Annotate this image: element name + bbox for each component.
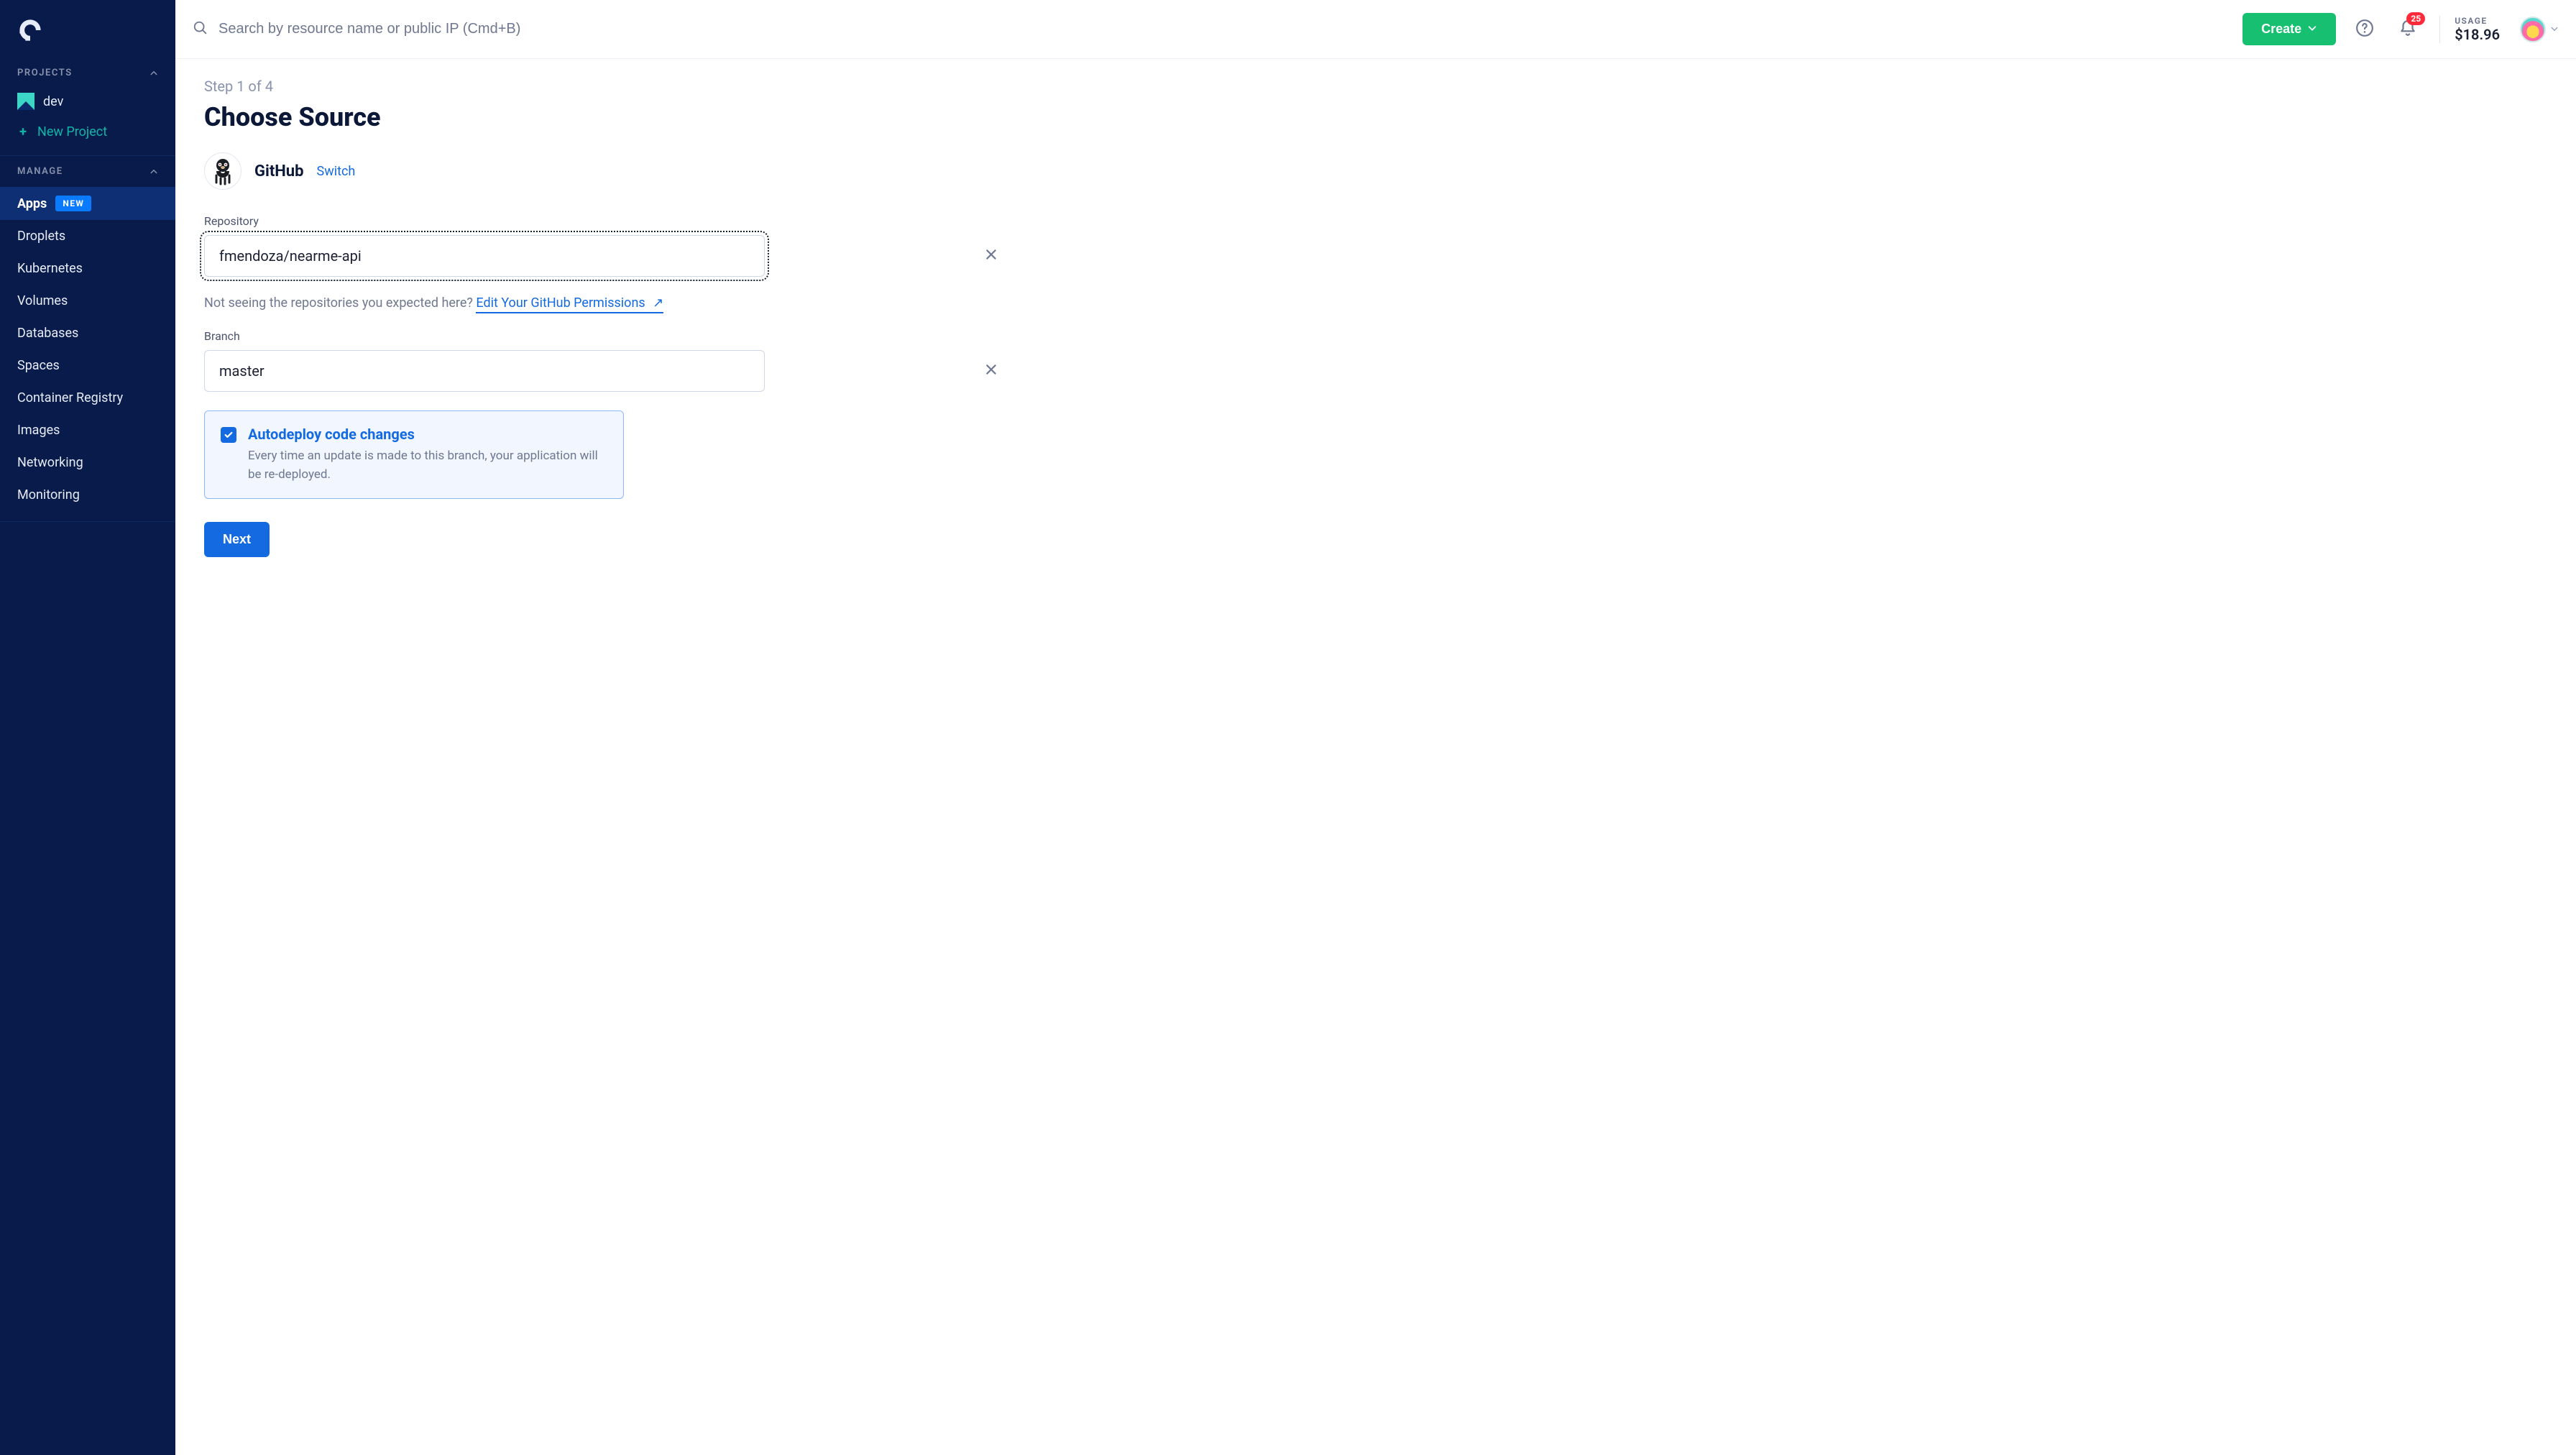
- sidebar-projects-header[interactable]: PROJECTS: [0, 58, 175, 86]
- topbar: Create 25 USAGE $18.96: [175, 0, 2576, 59]
- sidebar-manage-label: MANAGE: [17, 166, 63, 177]
- sidebar: PROJECTS dev + New Project MANAGE Apps N…: [0, 0, 175, 1455]
- badge-new: NEW: [55, 196, 91, 211]
- sidebar-item-networking[interactable]: Networking: [0, 446, 175, 479]
- autodeploy-title: Autodeploy code changes: [248, 426, 607, 443]
- switch-source-link[interactable]: Switch: [317, 164, 356, 179]
- sidebar-item-apps[interactable]: Apps NEW: [0, 187, 175, 220]
- sidebar-item-label: Networking: [17, 455, 83, 470]
- help-button[interactable]: [2350, 15, 2379, 44]
- next-button[interactable]: Next: [204, 522, 270, 557]
- sidebar-item-spaces[interactable]: Spaces: [0, 349, 175, 382]
- sidebar-item-volumes[interactable]: Volumes: [0, 285, 175, 317]
- sidebar-divider: [0, 521, 175, 522]
- edit-permissions-link[interactable]: Edit Your GitHub Permissions ↗: [476, 295, 663, 313]
- usage-display[interactable]: USAGE $18.96: [2439, 16, 2500, 43]
- branch-select[interactable]: master: [204, 350, 765, 392]
- sidebar-item-label: Monitoring: [17, 487, 80, 502]
- sidebar-new-project[interactable]: + New Project: [0, 117, 175, 155]
- repo-help-prefix: Not seeing the repositories you expected…: [204, 295, 476, 311]
- sidebar-item-container-registry[interactable]: Container Registry: [0, 382, 175, 414]
- sidebar-item-kubernetes[interactable]: Kubernetes: [0, 252, 175, 285]
- brand-logo[interactable]: [0, 0, 175, 58]
- sidebar-item-label: Databases: [17, 326, 78, 341]
- sidebar-nav: Apps NEW Droplets Kubernetes Volumes Dat…: [0, 184, 175, 511]
- repository-label: Repository: [204, 214, 1009, 228]
- content: Step 1 of 4 Choose Source: [175, 59, 1038, 600]
- check-icon: [224, 430, 234, 440]
- clear-icon[interactable]: [985, 362, 998, 380]
- create-button-label: Create: [2261, 22, 2301, 37]
- autodeploy-card: Autodeploy code changes Every time an up…: [204, 410, 624, 499]
- sidebar-item-databases[interactable]: Databases: [0, 317, 175, 349]
- search-input[interactable]: [218, 21, 2228, 37]
- search[interactable]: [193, 20, 2228, 39]
- repository-select[interactable]: fmendoza/nearme-api: [204, 235, 765, 277]
- usage-label: USAGE: [2455, 16, 2487, 26]
- autodeploy-checkbox[interactable]: [221, 427, 236, 443]
- repo-help-text: Not seeing the repositories you expected…: [204, 295, 1009, 311]
- autodeploy-description: Every time an update is made to this bra…: [248, 447, 607, 484]
- sidebar-manage-header[interactable]: MANAGE: [0, 156, 175, 184]
- notifications-button[interactable]: 25: [2393, 15, 2422, 44]
- help-icon: [2355, 19, 2374, 40]
- sidebar-item-label: Droplets: [17, 229, 65, 244]
- search-icon: [193, 20, 208, 39]
- page-title: Choose Source: [204, 102, 1009, 132]
- clear-icon[interactable]: [985, 247, 998, 265]
- source-provider-name: GitHub: [254, 162, 304, 180]
- chevron-down-icon: [2550, 22, 2559, 36]
- edit-permissions-label: Edit Your GitHub Permissions: [476, 295, 645, 311]
- chevron-down-icon: [2307, 22, 2317, 37]
- branch-label: Branch: [204, 329, 1009, 343]
- create-button[interactable]: Create: [2242, 13, 2336, 45]
- repository-value: fmendoza/nearme-api: [219, 247, 362, 265]
- avatar: [2520, 17, 2546, 42]
- sidebar-item-label: Container Registry: [17, 390, 123, 405]
- sidebar-item-monitoring[interactable]: Monitoring: [0, 479, 175, 511]
- digitalocean-logo-icon: [17, 32, 43, 46]
- chevron-up-icon: [150, 69, 158, 78]
- sidebar-project-item[interactable]: dev: [0, 86, 175, 117]
- sidebar-new-project-label: New Project: [37, 124, 107, 139]
- external-link-icon: ↗: [653, 295, 663, 311]
- project-icon: [17, 93, 34, 110]
- sidebar-projects-label: PROJECTS: [17, 68, 73, 78]
- sidebar-item-label: Images: [17, 423, 60, 438]
- sidebar-item-label: Volumes: [17, 293, 68, 308]
- github-icon: [204, 152, 242, 190]
- notification-count-badge: 25: [2406, 12, 2425, 25]
- sidebar-item-images[interactable]: Images: [0, 414, 175, 446]
- usage-amount: $18.96: [2455, 26, 2500, 43]
- branch-value: master: [219, 362, 264, 380]
- sidebar-item-label: Apps: [17, 196, 47, 211]
- step-indicator: Step 1 of 4: [204, 78, 1009, 95]
- sidebar-project-name: dev: [43, 94, 63, 109]
- plus-icon: +: [17, 127, 29, 138]
- sidebar-item-label: Kubernetes: [17, 261, 83, 276]
- chevron-up-icon: [150, 167, 158, 176]
- sidebar-item-label: Spaces: [17, 358, 60, 373]
- sidebar-item-droplets[interactable]: Droplets: [0, 220, 175, 252]
- source-provider-row: GitHub Switch: [204, 152, 1009, 190]
- account-menu[interactable]: [2520, 17, 2559, 42]
